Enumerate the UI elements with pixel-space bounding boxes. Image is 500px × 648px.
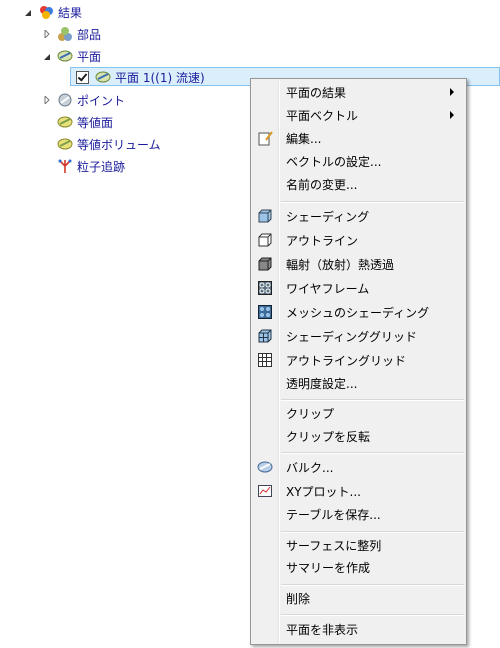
expanded-arrow-icon[interactable] — [24, 9, 32, 17]
menu-item-delete[interactable]: 削除 — [253, 587, 464, 609]
collapsed-arrow-icon[interactable] — [43, 30, 51, 38]
context-menu: 平面の結果 平面ベクトル 編集... ベクトルの設定... 名前の変更... シ… — [250, 78, 467, 645]
plane-1-content: 平面 1((1) 流速) — [76, 67, 205, 87]
shading-grid-icon — [257, 328, 273, 344]
menu-separator — [281, 614, 464, 616]
menu-item-shading-grid[interactable]: シェーディンググリッド — [253, 325, 464, 347]
menu-item-label: 平面を非表示 — [286, 622, 359, 637]
menu-item-label: ワイヤフレーム — [286, 281, 370, 296]
menu-item-label: 編集... — [286, 131, 322, 146]
menu-item-save-table[interactable]: テーブルを保存... — [253, 503, 464, 525]
menu-separator — [281, 201, 464, 203]
menu-item-label: メッシュのシェーディング — [286, 305, 430, 320]
submenu-arrow-icon — [450, 88, 454, 96]
menu-item-invert-clip[interactable]: クリップを反転 — [253, 425, 464, 447]
menu-item-label: テーブルを保存... — [286, 507, 381, 522]
tree-node-points[interactable]: ポイント — [57, 90, 125, 110]
tree-node-label: 等値面 — [77, 115, 114, 130]
menu-item-label: アウトライン — [286, 233, 359, 248]
submenu-arrow-icon — [450, 111, 454, 119]
menu-item-label: クリップ — [286, 406, 335, 421]
tree-node-label: 結果 — [58, 5, 83, 20]
tree-node-label: 等値ボリューム — [77, 137, 161, 152]
menu-separator — [281, 584, 464, 586]
menu-item-edit[interactable]: 編集... — [253, 127, 464, 149]
menu-item-hide-plane[interactable]: 平面を非表示 — [253, 618, 464, 640]
menu-item-align-to-surface[interactable]: サーフェスに整列 — [253, 534, 464, 556]
menu-item-label: 平面の結果 — [286, 85, 347, 100]
menu-item-label: 輻射（放射）熱透過 — [286, 257, 395, 272]
menu-item-radiation[interactable]: 輻射（放射）熱透過 — [253, 253, 464, 275]
menu-item-transparency[interactable]: 透明度設定... — [253, 372, 464, 394]
tree-node-planes[interactable]: 平面 — [57, 46, 101, 66]
tree-node-label: 部品 — [77, 27, 102, 42]
menu-item-clip[interactable]: クリップ — [253, 402, 464, 424]
outline-grid-icon — [257, 352, 273, 368]
mesh-shading-icon — [257, 304, 273, 320]
particle-trace-icon — [57, 158, 73, 174]
menu-item-label: シェーディンググリッド — [286, 329, 417, 344]
outline-icon — [257, 232, 273, 248]
shading-icon — [257, 208, 273, 224]
menu-separator — [281, 452, 464, 454]
tree-node-label: 粒子追跡 — [77, 159, 126, 174]
menu-item-shading[interactable]: シェーディング — [253, 205, 464, 227]
xy-plot-icon — [257, 483, 273, 499]
menu-item-label: アウトライングリッド — [286, 353, 407, 368]
menu-item-label: バルク... — [286, 460, 334, 475]
tree-node-label: 平面 1((1) 流速) — [115, 70, 205, 85]
plane-icon — [57, 48, 73, 64]
radiation-icon — [257, 256, 273, 272]
menu-item-xy-plot[interactable]: XYプロット... — [253, 480, 464, 502]
wireframe-icon — [257, 280, 273, 296]
tree-node-results[interactable]: 結果 — [38, 2, 82, 22]
point-icon — [57, 92, 73, 108]
results-icon — [38, 4, 54, 20]
menu-item-label: 削除 — [286, 591, 311, 606]
menu-item-label: ベクトルの設定... — [286, 154, 382, 169]
edit-icon — [257, 130, 273, 146]
isovolume-icon — [57, 136, 73, 152]
menu-item-label: サマリーを作成 — [286, 560, 371, 575]
parts-icon — [57, 26, 73, 42]
menu-item-label: 名前の変更... — [286, 177, 358, 192]
menu-item-outline[interactable]: アウトライン — [253, 229, 464, 251]
collapsed-arrow-icon[interactable] — [43, 96, 51, 104]
menu-item-wireframe[interactable]: ワイヤフレーム — [253, 277, 464, 299]
menu-item-label: 平面ベクトル — [286, 108, 359, 123]
menu-item-label: シェーディング — [286, 209, 370, 224]
tree-node-label: ポイント — [77, 93, 126, 108]
menu-item-plane-vectors[interactable]: 平面ベクトル — [253, 104, 464, 126]
menu-separator — [281, 399, 464, 401]
plane-icon — [95, 69, 111, 85]
menu-item-mesh-shading[interactable]: メッシュのシェーディング — [253, 301, 464, 323]
tree-node-isovolume[interactable]: 等値ボリューム — [57, 134, 161, 154]
menu-item-bulk[interactable]: バルク... — [253, 456, 464, 478]
menu-item-outline-grid[interactable]: アウトライングリッド — [253, 349, 464, 371]
expanded-arrow-icon[interactable] — [43, 53, 51, 61]
tree-node-isosurface[interactable]: 等値面 — [57, 112, 113, 132]
isosurface-icon — [57, 114, 73, 130]
bulk-icon — [257, 459, 273, 475]
tree-node-label: 平面 — [77, 49, 102, 64]
menu-item-plane-results[interactable]: 平面の結果 — [253, 81, 464, 103]
menu-item-rename[interactable]: 名前の変更... — [253, 173, 464, 195]
menu-item-create-summary[interactable]: サマリーを作成 — [253, 556, 464, 578]
menu-item-label: 透明度設定... — [286, 376, 358, 391]
menu-separator — [281, 531, 464, 533]
menu-item-vector-settings[interactable]: ベクトルの設定... — [253, 150, 464, 172]
visibility-checkbox[interactable] — [76, 70, 89, 84]
menu-item-label: サーフェスに整列 — [286, 538, 382, 553]
tree-node-parts[interactable]: 部品 — [57, 24, 101, 44]
menu-item-label: XYプロット... — [286, 484, 361, 499]
menu-item-label: クリップを反転 — [286, 429, 371, 444]
tree-node-particle-trace[interactable]: 粒子追跡 — [57, 156, 125, 176]
